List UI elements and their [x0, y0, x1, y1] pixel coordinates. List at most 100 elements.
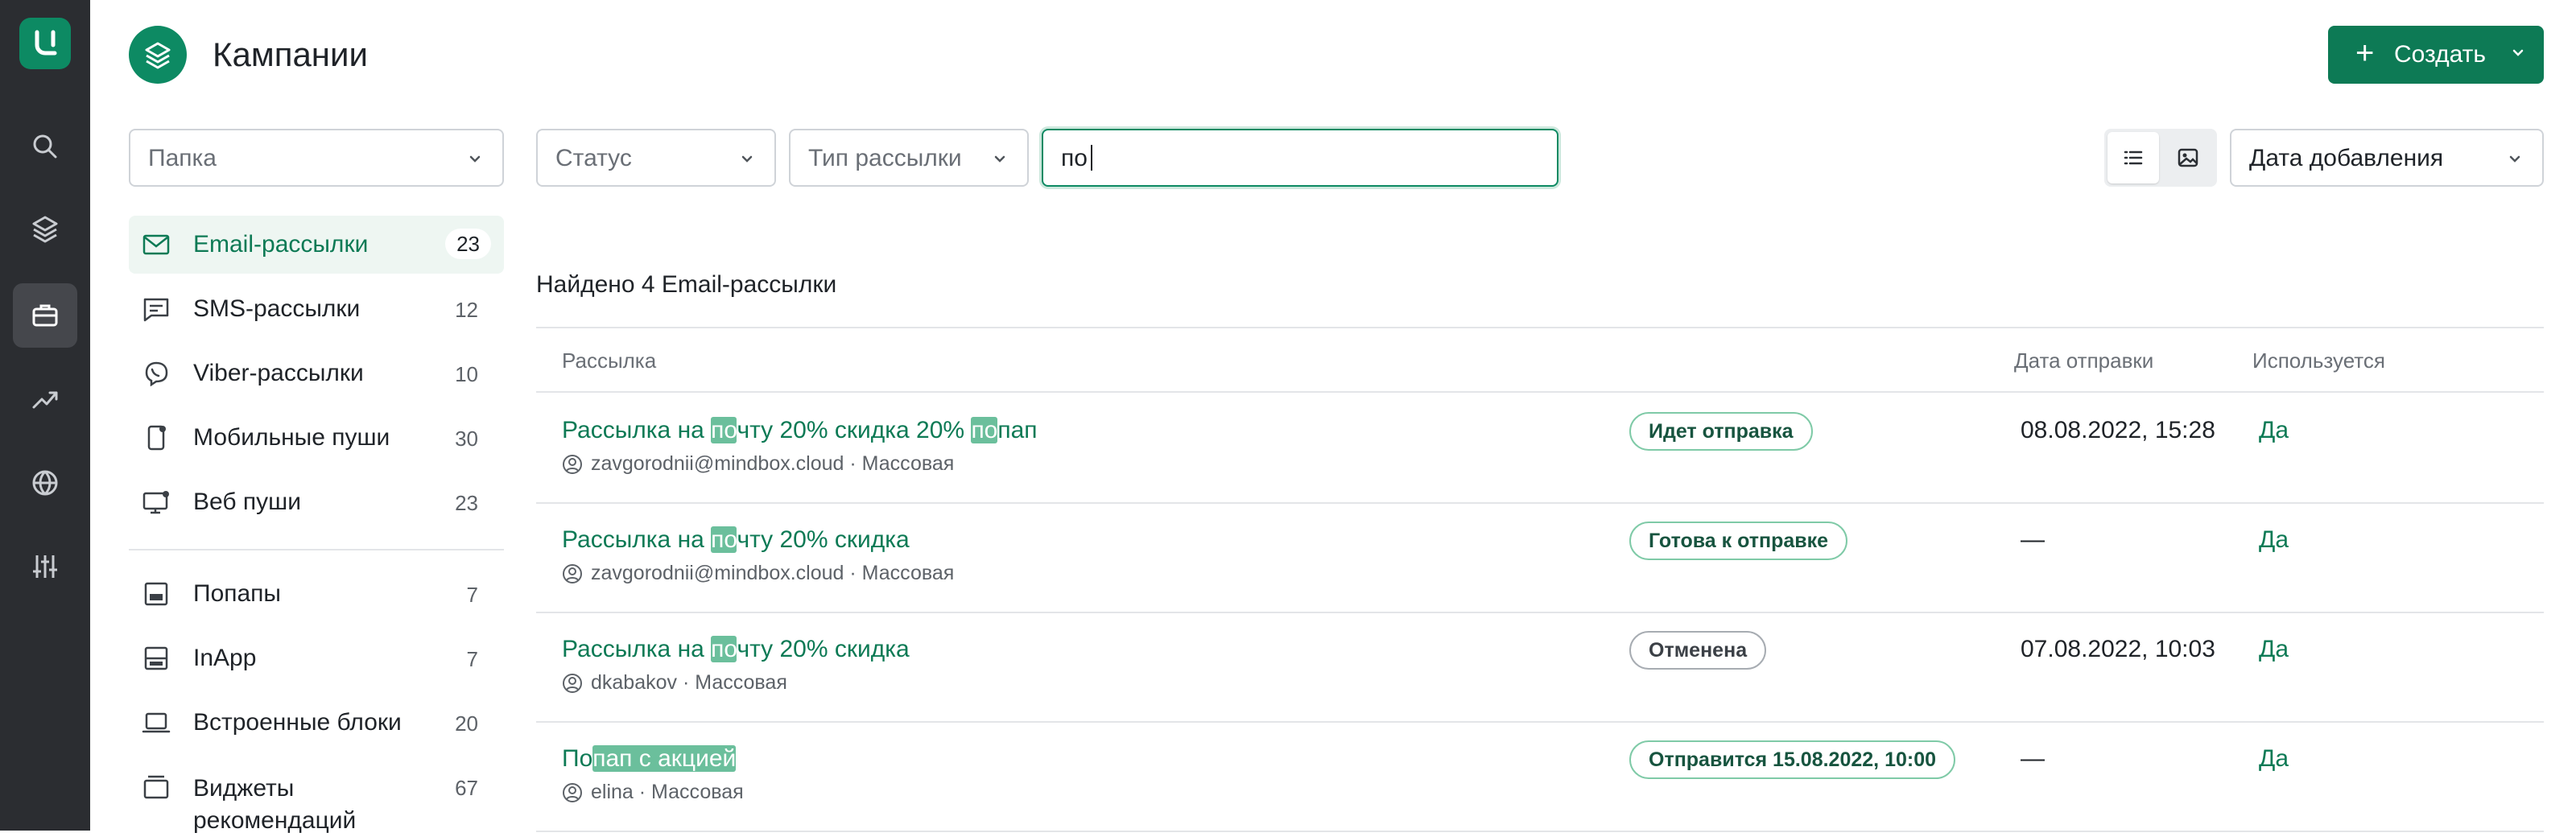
search-match-highlight: пап с акцией: [592, 745, 737, 772]
laptop-icon: [142, 712, 171, 733]
row-divider: [536, 721, 2544, 723]
search-input[interactable]: по: [1042, 129, 1558, 187]
folder-select-placeholder: Папка: [148, 145, 217, 171]
sidebar-item-count: 10: [455, 362, 478, 386]
sidebar-item-label: Виджеты рекомендаций: [193, 775, 357, 834]
text-caret: [1090, 145, 1092, 171]
mailing-name-link[interactable]: Попап с акцией: [562, 744, 737, 774]
used-link[interactable]: Да: [2259, 744, 2289, 774]
row-divider: [536, 502, 2544, 504]
mailing-name-link[interactable]: Рассылка на почту 20% скидка: [562, 634, 910, 665]
rail-trend-icon[interactable]: [13, 367, 77, 431]
sidebar-item-mobile-push[interactable]: Мобильные пуши 30: [129, 409, 504, 467]
mailing-meta: zavgorodnii@mindbox.cloud · Массовая: [562, 451, 954, 476]
sidebar-item-web-push[interactable]: Веб пуши 23: [129, 473, 504, 531]
column-header-send-date[interactable]: Дата отправки: [2014, 348, 2153, 373]
mailing-meta: elina · Массовая: [562, 779, 744, 805]
rail-sliders-icon[interactable]: [13, 534, 77, 599]
mailing-name-text: чту 20% скидка: [737, 636, 910, 662]
user-icon: [563, 783, 582, 802]
mailing-author-type: zavgorodnii@mindbox.cloud · Массовая: [591, 562, 955, 584]
view-toggle: [2104, 129, 2217, 187]
sidebar-item-email[interactable]: Email-рассылки 23: [129, 216, 504, 274]
mailing-name-text: чту 20% скидка: [737, 526, 910, 553]
message-icon: [143, 298, 169, 322]
mailing-type-placeholder: Тип рассылки: [808, 145, 962, 171]
row-divider: [536, 612, 2544, 613]
chevron-down-icon: [2512, 49, 2524, 56]
search-match-highlight: по: [711, 526, 737, 553]
app-logo[interactable]: [19, 18, 71, 69]
mail-icon: [142, 234, 170, 255]
rail-globe-icon[interactable]: [13, 451, 77, 515]
mailing-name-text: чту 20% скидка 20%: [737, 417, 972, 443]
image-icon: [2178, 148, 2198, 167]
chevron-down-icon: [469, 155, 481, 163]
sidebar-item-popups[interactable]: Попапы 7: [129, 565, 504, 623]
search-match-highlight: по: [971, 417, 998, 443]
used-link[interactable]: Да: [2259, 415, 2289, 446]
mailing-name-text: Рассылка на: [562, 417, 712, 443]
sidebar-item-count: 12: [455, 298, 478, 322]
status-select[interactable]: Статус: [536, 129, 776, 187]
sidebar-item-count: 67: [455, 776, 478, 800]
sidebar-item-count: 23: [455, 491, 478, 515]
row-divider: [536, 831, 2544, 832]
user-icon: [563, 455, 582, 474]
sidebar-item-viber[interactable]: Viber-рассылки 10: [129, 344, 504, 402]
sidebar-item-count: 23: [445, 229, 491, 259]
sidebar-item-label: Viber-рассылки: [193, 360, 364, 386]
popup-icon: [144, 582, 168, 606]
user-icon: [563, 564, 582, 583]
column-header-mailing[interactable]: Рассылка: [562, 348, 656, 373]
viber-icon: [145, 361, 168, 386]
app-rail: [0, 0, 90, 831]
sort-select[interactable]: Дата добавления: [2230, 129, 2544, 187]
sidebar-item-embedded-blocks[interactable]: Встроенные блоки 20: [129, 694, 504, 752]
send-date: —: [2021, 745, 2045, 772]
sidebar-item-label: Встроенные блоки: [193, 709, 402, 736]
rail-layers-icon[interactable]: [13, 196, 77, 261]
sidebar-divider: [129, 549, 504, 550]
mailing-name-text: пап: [997, 417, 1038, 443]
chevron-down-icon: [2509, 155, 2520, 163]
folder-select[interactable]: Папка: [129, 129, 504, 187]
mailing-name-text: По: [562, 745, 593, 772]
table-top-divider: [536, 327, 2544, 328]
inapp-icon: [144, 646, 168, 670]
mailing-name-text: Рассылка на: [562, 636, 712, 662]
mailing-author-type: zavgorodnii@mindbox.cloud · Массовая: [591, 452, 955, 475]
mailing-meta: zavgorodnii@mindbox.cloud · Массовая: [562, 560, 954, 586]
gallery-view-button[interactable]: [2162, 132, 2214, 183]
mailing-meta: dkabakov · Массовая: [562, 670, 787, 695]
sidebar-item-label: Веб пуши: [193, 489, 301, 515]
user-icon: [563, 674, 582, 693]
page-title: Кампании: [213, 35, 368, 73]
list-view-button[interactable]: [2107, 132, 2159, 183]
create-button[interactable]: + Создать: [2328, 26, 2544, 84]
mailing-name-link[interactable]: Рассылка на почту 20% скидка: [562, 525, 910, 555]
monitor-icon: [142, 491, 169, 514]
used-link[interactable]: Да: [2259, 634, 2289, 665]
sidebar-item-label: InApp: [193, 645, 257, 671]
column-header-used[interactable]: Используется: [2252, 348, 2385, 373]
status-badge: Идет отправка: [1629, 412, 1813, 451]
rail-briefcase-icon[interactable]: [13, 283, 77, 348]
mobile-phone-icon: [147, 425, 166, 451]
rail-search-icon[interactable]: [13, 114, 77, 179]
sidebar-item-sms[interactable]: SMS-рассылки 12: [129, 280, 504, 338]
sidebar-item-recommendation-widgets[interactable]: Виджеты рекомендаций 67: [129, 758, 504, 834]
results-count: Найдено 4 Email-рассылки: [536, 271, 837, 298]
mailing-name-link[interactable]: Рассылка на почту 20% скидка 20% попап: [562, 415, 1038, 446]
search-input-value: по: [1061, 145, 1092, 172]
sidebar-item-inapp[interactable]: InApp 7: [129, 629, 504, 687]
sidebar-item-count: 30: [455, 427, 478, 451]
sort-select-value: Дата добавления: [2249, 145, 2444, 171]
sidebar-item-label: SMS-рассылки: [193, 295, 361, 322]
sidebar-item-label: Email-рассылки: [193, 231, 369, 258]
widgets-icon: [143, 775, 169, 799]
used-link[interactable]: Да: [2259, 525, 2289, 555]
mailing-type-select[interactable]: Тип рассылки: [789, 129, 1029, 187]
status-badge: Отменена: [1629, 631, 1767, 670]
sidebar-item-count: 7: [466, 583, 478, 607]
